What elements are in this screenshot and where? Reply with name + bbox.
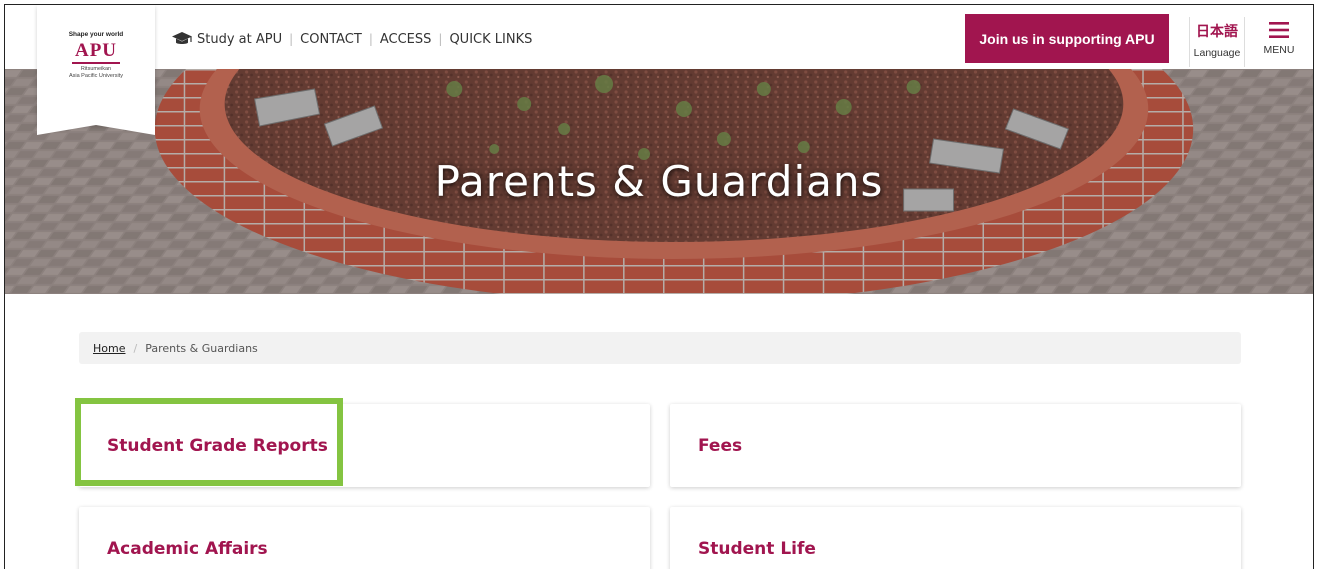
card-academic-affairs[interactable]: Academic Affairs <box>79 507 650 569</box>
logo-tagline: Shape your world <box>68 31 124 38</box>
hamburger-icon <box>1269 22 1289 38</box>
browser-viewport: Shape your world APU Ritsumeikan Asia Pa… <box>4 4 1314 569</box>
apu-logo[interactable]: Shape your world APU Ritsumeikan Asia Pa… <box>37 5 155 135</box>
page-title: Parents & Guardians <box>434 157 884 206</box>
card-fees[interactable]: Fees <box>670 404 1241 487</box>
nav-separator: | <box>438 32 443 46</box>
support-apu-button[interactable]: Join us in supporting APU <box>965 14 1169 63</box>
hero-banner: Parents & Guardians <box>5 69 1313 294</box>
card-student-grade-reports[interactable]: Student Grade Reports <box>79 404 650 487</box>
breadcrumb-current: Parents & Guardians <box>145 341 258 355</box>
breadcrumb-separator: / <box>133 341 138 355</box>
graduation-cap-icon <box>172 32 192 44</box>
menu-label: MENU <box>1263 44 1295 56</box>
language-switcher[interactable]: 日本語 Language <box>1189 17 1245 67</box>
card-label: Student Grade Reports <box>107 435 328 456</box>
card-student-life[interactable]: Student Life <box>670 507 1241 569</box>
language-japanese: 日本語 <box>1196 24 1238 40</box>
menu-button[interactable]: MENU <box>1253 17 1305 67</box>
card-label: Academic Affairs <box>107 538 268 559</box>
logo-subtitle: Ritsumeikan Asia Pacific University <box>68 66 124 79</box>
card-label: Fees <box>698 435 743 456</box>
nav-access[interactable]: ACCESS <box>380 32 432 47</box>
logo-mark: APU <box>37 40 155 64</box>
nav-separator: | <box>368 32 373 46</box>
site-header: Shape your world APU Ritsumeikan Asia Pa… <box>5 5 1313 135</box>
nav-contact[interactable]: CONTACT <box>300 32 362 47</box>
language-label: Language <box>1193 47 1241 59</box>
nav-study-at-apu[interactable]: Study at APU <box>197 32 282 47</box>
breadcrumb: Home / Parents & Guardians <box>79 332 1241 364</box>
card-label: Student Life <box>698 538 816 559</box>
nav-separator: | <box>289 32 294 46</box>
breadcrumb-home-link[interactable]: Home <box>93 342 125 355</box>
top-navigation: Study at APU | CONTACT | ACCESS | QUICK … <box>171 29 532 49</box>
nav-quick-links[interactable]: QUICK LINKS <box>449 32 532 47</box>
